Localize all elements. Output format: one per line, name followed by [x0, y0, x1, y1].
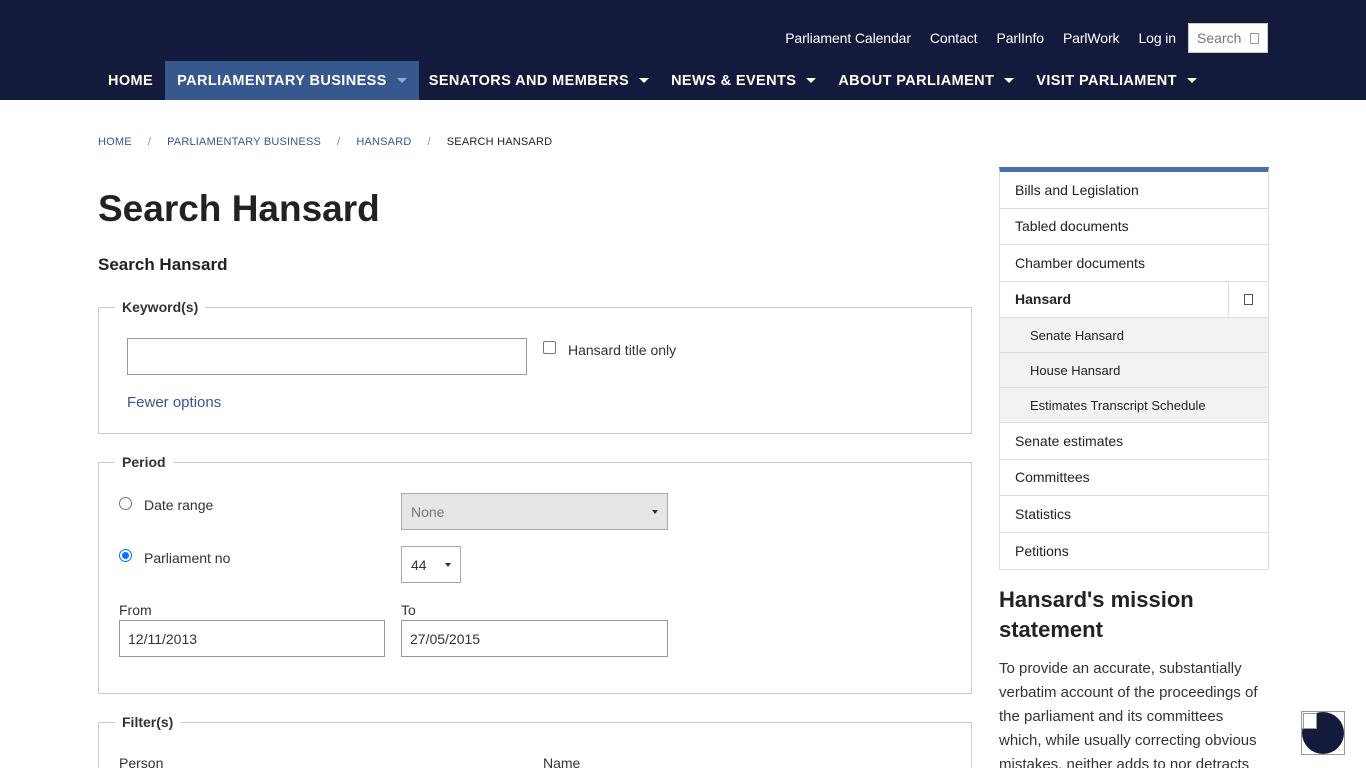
nav-item-about-parliament[interactable]: ABOUT PARLIAMENT	[828, 61, 1026, 100]
mission-title: Hansard's mission statement	[999, 587, 1194, 642]
parliament-no-select[interactable]: 44	[401, 546, 461, 583]
breadcrumb-separator: /	[427, 136, 431, 148]
parlwork-link[interactable]: ParlWork	[1063, 30, 1120, 46]
utility-nav: Parliament Calendar Contact ParlInfo Par…	[766, 23, 1268, 53]
to-date-input[interactable]: 27/05/2015	[401, 620, 668, 657]
name-label: Name	[543, 755, 581, 768]
sidenav-item-bills-and-legislation[interactable]: Bills and Legislation	[1000, 172, 1268, 209]
breadcrumb-home[interactable]: HOME	[98, 136, 132, 148]
filters-fieldset: Filter(s) Person Name	[98, 714, 972, 768]
floating-help-button[interactable]	[1301, 711, 1345, 755]
keywords-fieldset: Keyword(s) Hansard title only Fewer opti…	[98, 299, 972, 434]
nav-item-label: HOME	[108, 72, 154, 89]
hansard-title-only-checkbox[interactable]	[543, 341, 556, 354]
date-range-select-value: None	[411, 503, 445, 520]
sidenav-item-chamber-documents[interactable]: Chamber documents	[1000, 245, 1268, 282]
search-icon	[1250, 32, 1259, 44]
main-nav: HOME PARLIAMENTARY BUSINESS SENATORS AND…	[98, 61, 1209, 100]
person-label: Person	[119, 755, 164, 768]
parliament-no-radio[interactable]	[119, 549, 132, 562]
date-range-radio[interactable]	[119, 497, 132, 510]
date-range-select[interactable]: None	[401, 493, 668, 530]
login-link[interactable]: Log in	[1138, 30, 1176, 46]
caret-down-icon	[445, 563, 451, 567]
sidenav-item-statistics[interactable]: Statistics	[1000, 496, 1268, 533]
sidenav-item-label: Hansard	[1015, 291, 1072, 308]
caret-down-icon	[396, 78, 407, 83]
sidenav-item-hansard[interactable]: Hansard	[1000, 281, 1268, 318]
filters-legend: Filter(s)	[115, 714, 181, 730]
hansard-title-only-label: Hansard title only	[568, 342, 677, 358]
nav-item-senators-and-members[interactable]: SENATORS AND MEMBERS	[419, 61, 661, 100]
broken-image-icon	[1303, 713, 1317, 729]
date-range-label: Date range	[144, 497, 214, 513]
sidenav-item-label: Tabled documents	[1015, 218, 1129, 235]
sidenav-item-committees[interactable]: Committees	[1000, 460, 1268, 496]
from-label: From	[119, 602, 152, 618]
to-date-value: 27/05/2015	[410, 630, 481, 647]
mission-text: To provide an accurate, substantially ve…	[999, 660, 1258, 768]
to-label: To	[401, 602, 416, 618]
sidenav-item-petitions[interactable]: Petitions	[1000, 533, 1268, 570]
header-search-button[interactable]: Search	[1188, 23, 1268, 53]
breadcrumb-separator: /	[337, 136, 341, 148]
contact-link[interactable]: Contact	[930, 30, 978, 46]
caret-down-icon	[1186, 78, 1197, 83]
side-nav: Bills and Legislation Tabled documents C…	[999, 167, 1269, 570]
sidenav-item-label: Bills and Legislation	[1015, 181, 1139, 198]
sidenav-item-senate-estimates[interactable]: Senate estimates	[1000, 423, 1268, 460]
sidenav-toggle-button[interactable]	[1228, 281, 1268, 317]
from-date-input[interactable]: 12/11/2013	[119, 620, 385, 657]
sidenav-item-estimates-transcript-schedule[interactable]: Estimates Transcript Schedule	[1000, 388, 1268, 423]
parliament-no-select-value: 44	[411, 556, 427, 573]
sidenav-item-senate-hansard[interactable]: Senate Hansard	[1000, 318, 1268, 353]
sidenav-item-label: Senate Hansard	[1030, 327, 1124, 343]
caret-down-icon	[806, 78, 817, 83]
caret-down-icon	[652, 510, 658, 514]
parliament-no-label: Parliament no	[144, 550, 231, 566]
site-header: Parliament Calendar Contact ParlInfo Par…	[0, 0, 1366, 100]
breadcrumb-hansard[interactable]: HANSARD	[356, 136, 411, 148]
nav-item-label: PARLIAMENTARY BUSINESS	[177, 72, 387, 89]
collapse-icon	[1244, 293, 1253, 305]
sidenav-item-label: House Hansard	[1030, 362, 1121, 378]
nav-item-label: NEWS & EVENTS	[671, 72, 797, 89]
keywords-legend: Keyword(s)	[115, 299, 206, 315]
sidenav-item-label: Senate estimates	[1015, 432, 1124, 449]
breadcrumb-parliamentary-business[interactable]: PARLIAMENTARY BUSINESS	[167, 136, 321, 148]
nav-item-visit-parliament[interactable]: VISIT PARLIAMENT	[1026, 61, 1209, 100]
breadcrumb-current: SEARCH HANSARD	[446, 136, 553, 148]
breadcrumb-separator: /	[147, 136, 152, 148]
nav-item-label: SENATORS AND MEMBERS	[428, 72, 630, 89]
keyword-input[interactable]	[127, 338, 527, 375]
nav-item-home[interactable]: HOME	[98, 61, 165, 100]
breadcrumb: HOME / PARLIAMENTARY BUSINESS / HANSARD …	[98, 136, 552, 148]
fewer-options-link[interactable]: Fewer options	[127, 394, 221, 411]
sidenav-item-label: Petitions	[1015, 542, 1069, 559]
from-date-value: 12/11/2013	[128, 630, 198, 647]
sidenav-item-label: Committees	[1015, 469, 1090, 486]
nav-item-parliamentary-business[interactable]: PARLIAMENTARY BUSINESS	[165, 61, 419, 100]
period-legend: Period	[115, 454, 173, 470]
caret-down-icon	[1004, 78, 1015, 83]
sidenav-item-tabled-documents[interactable]: Tabled documents	[1000, 209, 1268, 245]
form-title: Search Hansard	[98, 255, 228, 274]
nav-item-label: ABOUT PARLIAMENT	[838, 72, 995, 89]
sidenav-item-house-hansard[interactable]: House Hansard	[1000, 353, 1268, 388]
nav-item-label: VISIT PARLIAMENT	[1036, 72, 1177, 89]
sidenav-item-label: Statistics	[1015, 505, 1072, 522]
nav-item-news-events[interactable]: NEWS & EVENTS	[661, 61, 828, 100]
sidenav-item-label: Chamber documents	[1015, 254, 1145, 271]
header-search-label: Search	[1197, 30, 1242, 46]
sidenav-item-label: Estimates Transcript Schedule	[1030, 397, 1206, 413]
parliament-calendar-link[interactable]: Parliament Calendar	[785, 30, 911, 46]
caret-down-icon	[639, 78, 650, 83]
period-fieldset: Period Date range None Parliament no 44 …	[98, 454, 972, 694]
parlinfo-link[interactable]: ParlInfo	[996, 30, 1044, 46]
page-title: Search Hansard	[98, 188, 380, 229]
